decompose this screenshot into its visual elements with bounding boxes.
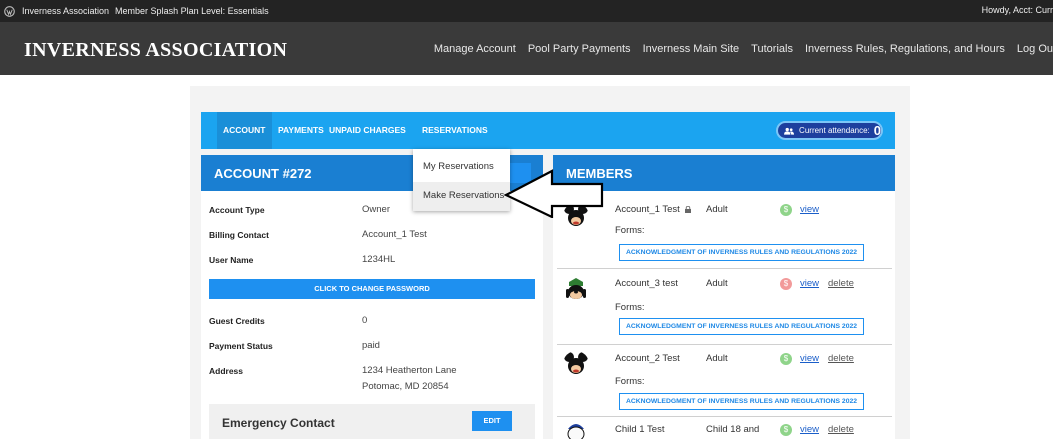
- member-form-button[interactable]: ACKNOWLEDGMENT OF INVERNESS RULES AND RE…: [619, 318, 864, 335]
- site-header: INVERNESS ASSOCIATION Manage Account Poo…: [0, 22, 1053, 75]
- admin-howdy[interactable]: Howdy, Acct: Curr: [982, 5, 1053, 15]
- nav-pool-party-payments[interactable]: Pool Party Payments: [528, 43, 631, 55]
- donald-avatar-icon: [563, 419, 589, 439]
- member-row: Account_1 Test Adult $ view Forms: ACKNO…: [557, 193, 892, 269]
- member-row: Child 1 Test Child 18 and $ view delete: [557, 417, 892, 439]
- tab-unpaid-charges[interactable]: UNPAID CHARGES: [329, 112, 406, 149]
- main-nav: Manage Account Pool Party Payments Inver…: [422, 43, 1053, 55]
- nav-tutorials[interactable]: Tutorials: [751, 43, 793, 55]
- member-forms-label: Forms:: [615, 376, 645, 387]
- nav-log-out[interactable]: Log Ou: [1017, 43, 1053, 55]
- billing-contact-value: Account_1 Test: [362, 229, 427, 240]
- member-form-button[interactable]: ACKNOWLEDGMENT OF INVERNESS RULES AND RE…: [619, 393, 864, 410]
- member-row: Account_2 Test Adult $ view delete Forms…: [557, 345, 892, 417]
- goofy-avatar-icon: [563, 277, 589, 303]
- tab-account[interactable]: ACCOUNT: [217, 112, 272, 149]
- member-type: Adult: [706, 278, 728, 289]
- user-name-value: 1234HL: [362, 254, 396, 265]
- annotation-arrow-icon: [504, 169, 604, 218]
- dollar-status-icon: $: [780, 424, 792, 436]
- member-name: Child 1 Test: [615, 424, 665, 435]
- member-name: Account_1 Test: [615, 204, 680, 215]
- admin-site-name[interactable]: Inverness Association: [22, 6, 109, 16]
- member-name: Account_3 test: [615, 278, 678, 289]
- admin-plan-level[interactable]: Member Splash Plan Level: Essentials: [115, 6, 269, 16]
- member-row: Account_3 test Adult $ view delete Forms…: [557, 269, 892, 345]
- member-view-link[interactable]: view: [800, 424, 819, 435]
- guest-credits-label: Guest Credits: [209, 316, 265, 326]
- menu-item-make-reservations[interactable]: Make Reservations: [423, 190, 504, 201]
- dollar-status-icon: $: [780, 353, 792, 365]
- member-type: Adult: [706, 204, 728, 215]
- nav-manage-account[interactable]: Manage Account: [434, 43, 516, 55]
- tab-reservations[interactable]: RESERVATIONS: [422, 112, 488, 149]
- member-view-link[interactable]: view: [800, 278, 819, 289]
- lock-icon: [685, 206, 691, 213]
- reservations-dropdown: My Reservations Make Reservations: [413, 149, 510, 211]
- wordpress-logo-icon[interactable]: [2, 4, 16, 18]
- member-delete-link[interactable]: delete: [828, 353, 854, 364]
- emergency-edit-button[interactable]: EDIT: [472, 411, 512, 431]
- member-forms-label: Forms:: [615, 225, 645, 236]
- menu-item-my-reservations[interactable]: My Reservations: [423, 161, 494, 172]
- address-label: Address: [209, 366, 244, 376]
- change-password-button[interactable]: CLICK TO CHANGE PASSWORD: [209, 279, 535, 299]
- address-line1: 1234 Heatherton Lane: [362, 365, 457, 376]
- member-delete-link[interactable]: delete: [828, 278, 854, 289]
- dollar-status-icon: $: [780, 204, 792, 216]
- guest-credits-value: 0: [362, 315, 368, 326]
- attendance-badge: Current attendance: 0: [776, 121, 883, 140]
- member-forms-label: Forms:: [615, 302, 645, 313]
- member-delete-link[interactable]: delete: [828, 424, 854, 435]
- nav-main-site[interactable]: Inverness Main Site: [643, 43, 740, 55]
- site-logo[interactable]: INVERNESS ASSOCIATION: [24, 39, 287, 62]
- member-type: Adult: [706, 353, 728, 364]
- payment-status-label: Payment Status: [209, 341, 273, 351]
- account-type-label: Account Type: [209, 205, 265, 215]
- users-icon: [784, 127, 795, 135]
- nav-rules[interactable]: Inverness Rules, Regulations, and Hours: [805, 43, 1005, 55]
- dollar-status-icon: $: [780, 278, 792, 290]
- tab-payments[interactable]: PAYMENTS: [278, 112, 324, 149]
- member-view-link[interactable]: view: [800, 204, 819, 215]
- member-form-button[interactable]: ACKNOWLEDGMENT OF INVERNESS RULES AND RE…: [619, 244, 864, 261]
- member-view-link[interactable]: view: [800, 353, 819, 364]
- user-name-label: User Name: [209, 255, 254, 265]
- address-line2: Potomac, MD 20854: [362, 381, 449, 392]
- tab-bar: ACCOUNT PAYMENTS UNPAID CHARGES RESERVAT…: [201, 112, 895, 149]
- account-title: ACCOUNT #272: [214, 166, 312, 181]
- payment-status-value: paid: [362, 340, 380, 351]
- attendance-count: 0: [873, 123, 881, 138]
- emergency-contact-title: Emergency Contact: [222, 416, 335, 430]
- mickey-avatar-icon: [563, 351, 589, 377]
- emergency-contact-section: Emergency Contact EDIT: [209, 404, 535, 439]
- attendance-label: Current attendance:: [799, 126, 870, 135]
- member-type: Child 18 and: [706, 424, 760, 435]
- account-type-value: Owner: [362, 204, 390, 215]
- admin-bar: Inverness Association Member Splash Plan…: [0, 0, 1053, 22]
- billing-contact-label: Billing Contact: [209, 230, 269, 240]
- member-name: Account_2 Test: [615, 353, 680, 364]
